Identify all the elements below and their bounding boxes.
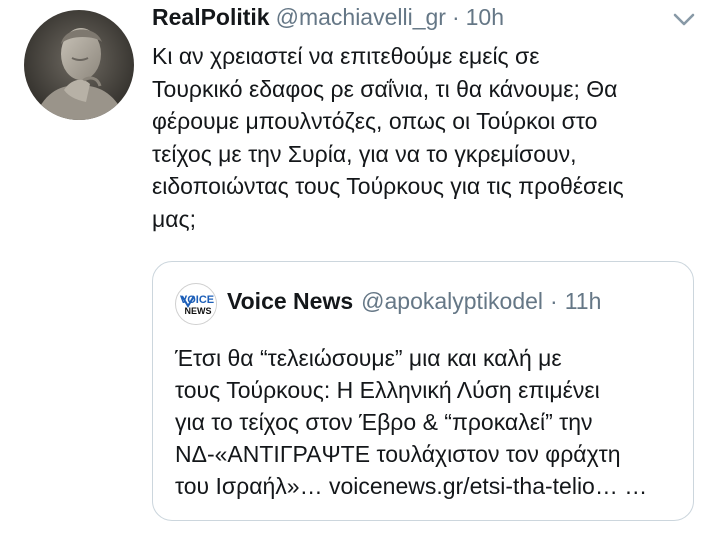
tweet-text-line: φέρουμε μπουλντόζες, οπως οι Τούρκοι στο [152, 108, 598, 134]
quoted-text-line: του Ισραήλ»… voicenews.gr/etsi-tha-telio… [175, 473, 648, 499]
tweet-text-line: ειδοποιώντας τους Τούρκους για τις προθέ… [152, 173, 624, 199]
avatar[interactable] [24, 10, 134, 120]
separator-dot: · [451, 4, 460, 30]
tweet-text-line: μας; [152, 205, 197, 232]
tweet-text-line: Κι αν χρειαστεί να επιτεθούμε εμείς σε [152, 43, 540, 69]
quoted-text: Έτσι θα “τελειώσουμε” μια και καλή με το… [175, 342, 675, 502]
quoted-avatar[interactable]: VOICE NEWS [175, 283, 217, 325]
quoted-text-line: ΝΔ-«ΑΝΤΙΓΡΑΨΤΕ τουλάχιστον τον φράχτη [175, 441, 621, 467]
quoted-text-line: Έτσι θα “τελειώσουμε” μια και καλή με [175, 345, 562, 371]
handle[interactable]: @machiavelli_gr [276, 4, 446, 31]
quoted-timestamp[interactable]: 11h [565, 288, 602, 315]
quoted-header: Voice News @apokalyptikodel · 11h [227, 288, 601, 315]
quoted-handle[interactable]: @apokalyptikodel [361, 288, 543, 315]
timestamp[interactable]: 10h [466, 4, 504, 31]
tweet-text-line: Τουρκικό εδαφος ρε σαΐνια, τι θα κάνουμε… [152, 75, 618, 102]
tweet-text-line: τείχος με την Συρία, για να το γκρεμίσου… [152, 140, 577, 167]
quoted-tweet[interactable]: VOICE NEWS Voice News @apokalyptikodel ·… [152, 261, 694, 521]
tweet-header: RealPolitik @machiavelli_gr · 10h [152, 4, 504, 34]
quoted-text-line: για το τείχος στον Έβρο & “προκαλεί” την [175, 409, 593, 435]
tweet[interactable]: RealPolitik @machiavelli_gr · 10h Κι αν … [0, 0, 719, 543]
avatar-text-news: NEWS [185, 306, 212, 316]
chevron-down-icon[interactable] [672, 12, 696, 28]
tweet-text: Κι αν χρειαστεί να επιτεθούμε εμείς σε Τ… [152, 40, 697, 235]
quoted-display-name[interactable]: Voice News [227, 288, 353, 315]
separator-dot: · [550, 288, 558, 314]
quoted-text-line: τους Τούρκους: Η Ελληνική Λύση επιμένει [175, 377, 600, 403]
display-name[interactable]: RealPolitik [152, 4, 270, 31]
